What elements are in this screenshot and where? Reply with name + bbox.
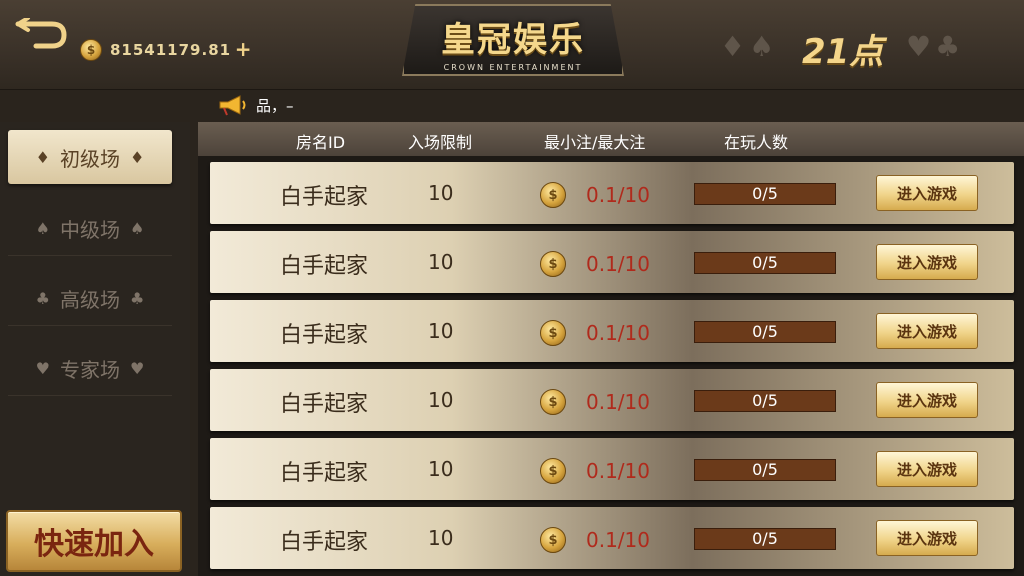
bet-range: 0.1/10 — [586, 390, 650, 414]
megaphone-icon — [219, 95, 246, 116]
coin-icon: $ — [540, 458, 566, 484]
enter-game-button[interactable]: 进入游戏 — [876, 244, 978, 280]
game-title: 21点 — [802, 32, 884, 72]
bet-range: 0.1/10 — [586, 252, 650, 276]
spade-icon: ♠ — [35, 219, 50, 238]
table-row: 白手起家 10 $ 0.1/10 0/5 进入游戏 — [210, 438, 1014, 500]
coin-icon: $ — [540, 182, 566, 208]
quick-join-button[interactable]: 快速加入 — [6, 510, 182, 572]
enter-game-button[interactable]: 进入游戏 — [876, 520, 978, 556]
diamond-icon: ♦ — [130, 147, 145, 167]
player-count: 0/5 — [694, 459, 836, 481]
logo-subtitle: CROWN ENTERTAINMENT — [443, 63, 583, 72]
tab-label: 专家场 — [60, 358, 120, 382]
player-count: 0/5 — [694, 183, 836, 205]
table-header: 房名ID 入场限制 最小注/最大注 在玩人数 — [198, 122, 1024, 156]
logo-title: 皇冠娱乐 — [441, 20, 585, 60]
enter-game-button[interactable]: 进入游戏 — [876, 313, 978, 349]
tab-intermediate[interactable]: ♠ 中级场 ♠ — [8, 202, 172, 256]
announcement-bar: 品，– — [218, 92, 294, 118]
column-entry-limit: 入场限制 — [408, 133, 473, 152]
enter-game-button[interactable]: 进入游戏 — [876, 382, 978, 418]
column-players: 在玩人数 — [724, 133, 789, 152]
room-name: 白手起家 — [280, 530, 369, 555]
table-row: 白手起家 10 $ 0.1/10 0/5 进入游戏 — [210, 162, 1014, 224]
back-arrow-icon — [15, 16, 67, 49]
room-level-sidebar: ♦ 初级场 ♦ ♠ 中级场 ♠ ♣ 高级场 ♣ ♥ 专家场 ♥ — [0, 122, 190, 576]
coin-icon: $ — [80, 39, 102, 61]
heart-icon: ♥ — [130, 359, 145, 378]
tab-expert[interactable]: ♥ 专家场 ♥ — [8, 342, 172, 396]
suit-decoration-left: ♦♠ — [720, 30, 779, 63]
entry-limit: 10 — [428, 250, 454, 274]
balance-amount: 81541179.81 — [110, 41, 232, 59]
spade-icon: ♠ — [130, 219, 145, 238]
top-bar: $ 81541179.81 + 皇冠娱乐 CROWN ENTERTAINMENT… — [0, 0, 1024, 90]
table-row: 白手起家 10 $ 0.1/10 0/5 进入游戏 — [210, 369, 1014, 431]
back-button[interactable] — [14, 16, 68, 52]
entry-limit: 10 — [428, 457, 454, 481]
column-room-id: 房名ID — [296, 133, 346, 152]
tab-advanced[interactable]: ♣ 高级场 ♣ — [8, 272, 172, 326]
bet-range: 0.1/10 — [586, 321, 650, 345]
coin-icon: $ — [540, 320, 566, 346]
tab-beginner[interactable]: ♦ 初级场 ♦ — [8, 130, 172, 184]
column-bet-range: 最小注/最大注 — [544, 133, 646, 152]
room-name: 白手起家 — [280, 185, 369, 210]
player-count: 0/5 — [694, 390, 836, 412]
table-row: 白手起家 10 $ 0.1/10 0/5 进入游戏 — [210, 300, 1014, 362]
room-list: 房名ID 入场限制 最小注/最大注 在玩人数 白手起家 10 $ 0.1/10 … — [198, 122, 1024, 576]
entry-limit: 10 — [428, 181, 454, 205]
club-icon: ♣ — [35, 289, 50, 308]
enter-game-button[interactable]: 进入游戏 — [876, 451, 978, 487]
coin-icon: $ — [540, 389, 566, 415]
crown-logo: 皇冠娱乐 CROWN ENTERTAINMENT — [402, 4, 624, 76]
room-name: 白手起家 — [280, 254, 369, 279]
entry-limit: 10 — [428, 319, 454, 343]
heart-icon: ♥ — [35, 359, 50, 378]
room-name: 白手起家 — [280, 461, 369, 486]
tab-label: 中级场 — [60, 218, 120, 242]
table-row: 白手起家 10 $ 0.1/10 0/5 进入游戏 — [210, 507, 1014, 569]
player-count: 0/5 — [694, 321, 836, 343]
player-count: 0/5 — [694, 528, 836, 550]
coin-icon: $ — [540, 251, 566, 277]
entry-limit: 10 — [428, 388, 454, 412]
suit-decoration-right: ♥♣ — [906, 30, 965, 63]
room-name: 白手起家 — [280, 323, 369, 348]
entry-limit: 10 — [428, 526, 454, 550]
announcement-text: 品，– — [256, 96, 294, 115]
player-count: 0/5 — [694, 252, 836, 274]
bet-range: 0.1/10 — [586, 183, 650, 207]
tab-label: 初级场 — [60, 146, 120, 171]
add-funds-button[interactable]: + — [233, 39, 253, 60]
tab-label: 高级场 — [60, 288, 120, 312]
enter-game-button[interactable]: 进入游戏 — [876, 175, 978, 211]
bet-range: 0.1/10 — [586, 459, 650, 483]
diamond-icon: ♦ — [35, 147, 50, 167]
coin-icon: $ — [540, 527, 566, 553]
bet-range: 0.1/10 — [586, 528, 650, 552]
club-icon: ♣ — [130, 289, 145, 308]
room-name: 白手起家 — [280, 392, 369, 417]
balance-display: $ 81541179.81 + — [80, 36, 253, 64]
table-row: 白手起家 10 $ 0.1/10 0/5 进入游戏 — [210, 231, 1014, 293]
